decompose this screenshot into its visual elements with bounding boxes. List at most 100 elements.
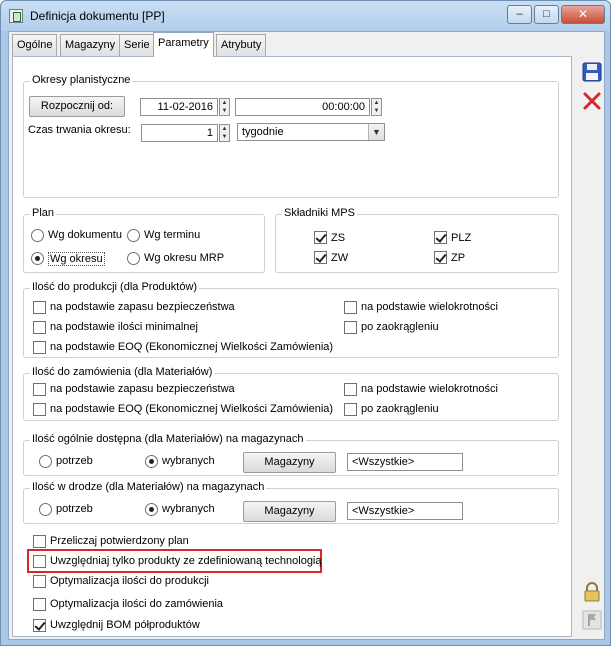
checkbox-eoq[interactable] (33, 403, 46, 416)
group-legend: Plan (30, 207, 57, 219)
group-ilosc-do-produkcji: Ilość do produkcji (dla Produktów) na po… (23, 281, 559, 358)
magazyny-button[interactable]: Magazyny (243, 452, 336, 473)
checkbox-zapas-bezpieczenstwa[interactable] (33, 383, 46, 396)
group-legend: Ilość do zamówienia (dla Materiałów) (30, 366, 215, 378)
radio-wg-terminu[interactable] (127, 229, 140, 242)
radio-label: Wg terminu (144, 229, 201, 241)
checkbox-bom-polproduktow[interactable] (33, 619, 46, 632)
tab-magazyny[interactable]: Magazyny (60, 34, 121, 56)
radio-label: wybranych (162, 455, 215, 467)
group-legend: Składniki MPS (282, 207, 357, 219)
group-plan: Plan Wg dokumentu Wg terminu Wg okresu W… (23, 207, 265, 273)
duration-spinner[interactable]: ▲ ▼ (219, 124, 230, 142)
checkbox-zapas-bezpieczenstwa[interactable] (33, 301, 46, 314)
radio-label: potrzeb (56, 455, 93, 467)
checkbox-zaokraglenie[interactable] (344, 321, 357, 334)
window-title: Definicja dokumentu [PP] (30, 9, 165, 23)
magazyny-value-field[interactable]: <Wszystkie> (347, 502, 463, 520)
spin-up-icon[interactable]: ▲ (220, 99, 229, 107)
group-legend: Ilość ogólnie dostępna (dla Materiałów) … (30, 433, 306, 445)
radio-potrzeb[interactable] (39, 455, 52, 468)
checkbox-zw[interactable] (314, 251, 327, 264)
radio-label: Wg okresu (48, 252, 105, 266)
chevron-down-icon[interactable]: ▼ (368, 124, 384, 140)
checkbox-przeliczaj-plan[interactable] (33, 535, 46, 548)
radio-wg-dokumentu[interactable] (31, 229, 44, 242)
checkbox-eoq[interactable] (33, 341, 46, 354)
group-skladniki-mps: Składniki MPS ZS PLZ ZW ZP (275, 207, 559, 273)
tab-ogolne[interactable]: Ogólne (12, 34, 58, 56)
checkbox-label: na podstawie wielokrotności (361, 301, 498, 313)
start-from-button[interactable]: Rozpocznij od: (29, 96, 125, 117)
checkbox-label: Uwzględnij BOM półproduktów (50, 619, 200, 631)
start-date-field[interactable]: 11-02-2016 (140, 98, 218, 116)
minimize-button[interactable]: – (507, 5, 532, 24)
start-time-field[interactable]: 00:00:00 (235, 98, 370, 116)
delete-icon (583, 92, 601, 110)
radio-label: wybranych (162, 503, 215, 515)
group-ilosc-dostepna: Ilość ogólnie dostępna (dla Materiałów) … (23, 433, 559, 476)
checkbox-label: ZW (331, 252, 349, 264)
duration-unit-select[interactable]: tygodnie ▼ (237, 123, 385, 141)
document-app-icon (9, 9, 23, 23)
save-button[interactable] (580, 60, 602, 82)
duration-value-field[interactable]: 1 (141, 124, 218, 142)
tab-serie[interactable]: Serie (119, 34, 155, 56)
radio-label: Wg okresu MRP (144, 252, 225, 264)
spin-down-icon[interactable]: ▼ (372, 107, 381, 115)
group-ilosc-w-drodze: Ilość w drodze (dla Materiałów) na magaz… (23, 481, 559, 524)
checkbox-ilosc-minimalna[interactable] (33, 321, 46, 334)
checkbox-label: na podstawie EOQ (Ekonomicznej Wielkości… (50, 341, 334, 353)
tab-panel-parametry: Okresy planistyczne Rozpocznij od: 11-02… (12, 56, 572, 637)
spin-down-icon[interactable]: ▼ (220, 107, 229, 115)
checkbox-label: PLZ (451, 232, 472, 244)
magazyny-value-field[interactable]: <Wszystkie> (347, 453, 463, 471)
checkbox-zp[interactable] (434, 251, 447, 264)
checkbox-plz[interactable] (434, 231, 447, 244)
group-legend: Okresy planistyczne (30, 74, 133, 86)
duration-label: Czas trwania okresu: (28, 124, 131, 136)
tab-parametry[interactable]: Parametry (153, 32, 214, 57)
spin-down-icon[interactable]: ▼ (220, 133, 229, 141)
close-button[interactable]: ✕ (561, 5, 605, 24)
radio-wybranych[interactable] (145, 455, 158, 468)
group-okresy-planistyczne: Okresy planistyczne Rozpocznij od: 11-02… (23, 74, 559, 198)
checkbox-zaokraglenie[interactable] (344, 403, 357, 416)
radio-label: Wg dokumentu (48, 229, 122, 241)
checkbox-wielokrotnosc[interactable] (344, 383, 357, 396)
flag-button[interactable] (580, 608, 602, 630)
group-ilosc-do-zamowienia: Ilość do zamówienia (dla Materiałów) na … (23, 366, 559, 421)
checkbox-label: na podstawie wielokrotności (361, 383, 498, 395)
spin-up-icon[interactable]: ▲ (372, 99, 381, 107)
checkbox-optymalizacja-zamowienia[interactable] (33, 598, 46, 611)
checkbox-label: Optymalizacja ilości do zamówienia (50, 598, 224, 610)
duration-unit-value: tygodnie (242, 126, 284, 138)
radio-wybranych[interactable] (145, 503, 158, 516)
delete-button[interactable] (580, 89, 602, 111)
checkbox-label: po zaokrągleniu (361, 321, 439, 333)
lock-icon (584, 582, 600, 602)
checkbox-label: Uwzględniaj tylko produkty ze zdefiniowa… (50, 555, 322, 567)
time-spinner[interactable]: ▲ ▼ (371, 98, 382, 116)
checkbox-label: Przeliczaj potwierdzony plan (50, 535, 189, 547)
radio-wg-okresu[interactable] (31, 252, 44, 265)
save-icon (582, 62, 602, 82)
magazyny-button[interactable]: Magazyny (243, 501, 336, 522)
radio-potrzeb[interactable] (39, 503, 52, 516)
spin-up-icon[interactable]: ▲ (220, 125, 229, 133)
radio-label: potrzeb (56, 503, 93, 515)
radio-wg-okresu-mrp[interactable] (127, 252, 140, 265)
flag-icon (582, 610, 602, 630)
checkbox-label: na podstawie zapasu bezpieczeństwa (50, 301, 235, 313)
date-spinner[interactable]: ▲ ▼ (219, 98, 230, 116)
checkbox-zs[interactable] (314, 231, 327, 244)
maximize-button[interactable]: □ (534, 5, 559, 24)
lock-button[interactable] (580, 580, 602, 602)
checkbox-optymalizacja-produkcji[interactable] (33, 575, 46, 588)
checkbox-tylko-z-technologia[interactable] (33, 555, 46, 568)
checkbox-label: po zaokrągleniu (361, 403, 439, 415)
tab-atrybuty[interactable]: Atrybuty (216, 34, 267, 56)
checkbox-label: Optymalizacja ilości do produkcji (50, 575, 209, 587)
checkbox-wielokrotnosc[interactable] (344, 301, 357, 314)
checkbox-label: ZS (331, 232, 346, 244)
